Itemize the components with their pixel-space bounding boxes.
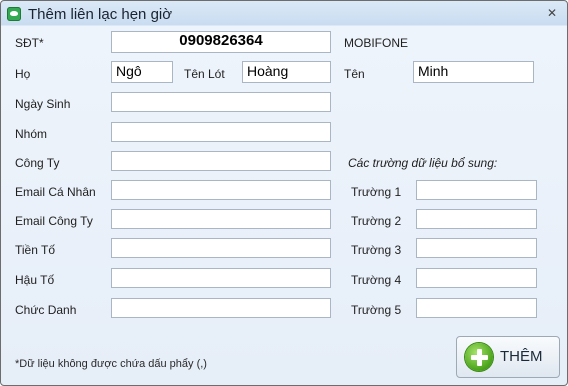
carrier-label: MOBIFONE: [344, 36, 409, 50]
title-bar: Thêm liên lạc hẹn giờ ✕: [1, 1, 567, 27]
birthday-field[interactable]: [111, 92, 331, 112]
plus-icon: [465, 343, 493, 371]
work-email-label: Email Công Ty: [15, 214, 93, 228]
extra-field-2-label: Trường 2: [351, 214, 402, 228]
add-button[interactable]: THÊM: [456, 336, 560, 378]
group-label: Nhóm: [15, 127, 48, 141]
work-email-field[interactable]: [111, 209, 331, 229]
add-scheduled-contact-dialog: Thêm liên lạc hẹn giờ ✕ SĐT* 0909826364 …: [0, 0, 568, 386]
company-label: Công Ty: [15, 156, 60, 170]
first-name-label: Tên: [344, 67, 365, 81]
last-name-label: Họ: [15, 67, 31, 81]
prefix-label: Tiền Tố: [15, 243, 56, 257]
add-button-label: THÊM: [500, 348, 543, 365]
extra-field-3[interactable]: [416, 238, 537, 258]
company-field[interactable]: [111, 151, 331, 171]
extra-field-5[interactable]: [416, 298, 537, 318]
job-title-label: Chức Danh: [15, 303, 77, 317]
chat-bubble-icon: [7, 7, 21, 21]
prefix-field[interactable]: [111, 238, 331, 258]
extra-field-5-label: Trường 5: [351, 303, 402, 317]
last-name-field[interactable]: Ngô: [111, 61, 173, 83]
phone-label: SĐT*: [15, 36, 44, 50]
extra-field-3-label: Trường 3: [351, 243, 402, 257]
job-title-field[interactable]: [111, 298, 331, 318]
extra-field-1[interactable]: [416, 180, 537, 200]
suffix-label: Hậu Tố: [15, 273, 55, 287]
window-title: Thêm liên lạc hẹn giờ: [28, 6, 173, 23]
phone-field[interactable]: 0909826364: [111, 31, 331, 53]
first-name-field[interactable]: Minh: [413, 61, 534, 83]
extra-field-1-label: Trường 1: [351, 185, 402, 199]
extra-field-4-label: Trường 4: [351, 273, 402, 287]
personal-email-field[interactable]: [111, 180, 331, 200]
middle-name-field[interactable]: Hoàng: [242, 61, 331, 83]
suffix-field[interactable]: [111, 268, 331, 288]
group-field[interactable]: [111, 122, 331, 142]
extra-fields-heading: Các trường dữ liệu bổ sung:: [348, 156, 498, 170]
birthday-label: Ngày Sinh: [15, 97, 71, 111]
close-icon[interactable]: ✕: [547, 6, 557, 20]
extra-field-4[interactable]: [416, 268, 537, 288]
middle-name-label: Tên Lót: [184, 67, 225, 81]
extra-field-2[interactable]: [416, 209, 537, 229]
personal-email-label: Email Cá Nhân: [15, 185, 96, 199]
comma-warning-note: *Dữ liệu không được chứa dấu phẩy (,): [15, 358, 207, 370]
